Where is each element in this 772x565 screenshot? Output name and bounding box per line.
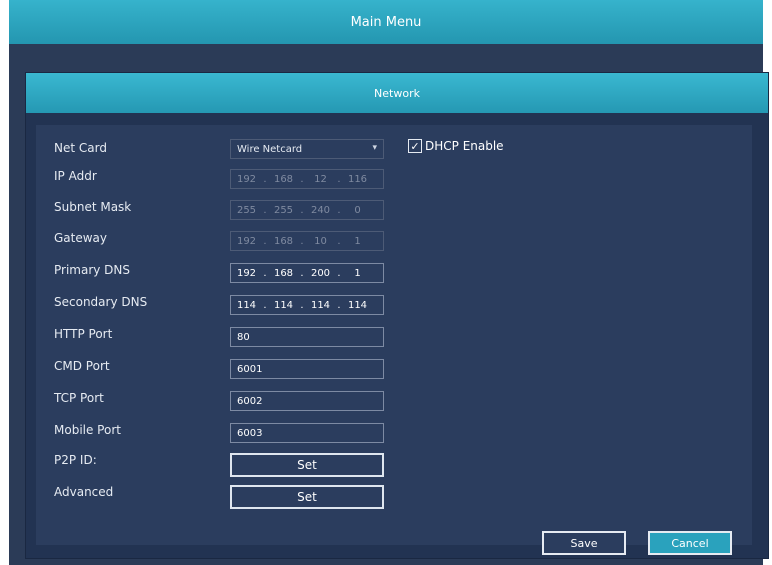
gateway-octet-4: 1 <box>354 235 361 247</box>
network-panel: Network Net Card Wire Netcard ▾ IP Addr … <box>25 72 769 559</box>
secondary-dns-row: Secondary DNS 114 . 114 . 114 . 114 <box>36 295 396 317</box>
dhcp-enable-checkbox[interactable]: ✓ <box>408 139 422 153</box>
cmd-port-field[interactable]: 6001 <box>230 359 384 379</box>
gateway-row: Gateway 192 . 168 . 10 . 1 <box>36 231 396 253</box>
primary-dns-octet-4: 1 <box>354 267 361 279</box>
ip-addr-row: IP Addr 192 . 168 . 12 . 116 <box>36 169 396 191</box>
http-port-row: HTTP Port 80 <box>36 327 396 349</box>
ip-addr-octet-4: 116 <box>347 173 368 185</box>
ip-addr-label: IP Addr <box>54 169 97 183</box>
net-card-value: Wire Netcard <box>237 144 303 155</box>
panel-header: Network <box>26 73 768 113</box>
network-settings-form: Net Card Wire Netcard ▾ IP Addr 192 . 16… <box>36 125 752 555</box>
secondary-dns-octet-3: 114 <box>310 299 331 311</box>
ip-addr-octet-2: 168 <box>273 173 294 185</box>
tcp-port-label: TCP Port <box>54 391 104 405</box>
http-port-field[interactable]: 80 <box>230 327 384 347</box>
tcp-port-row: TCP Port 6002 <box>36 391 396 413</box>
dhcp-enable-label: DHCP Enable <box>425 139 504 153</box>
mobile-port-label: Mobile Port <box>54 423 121 437</box>
subnet-mask-field[interactable]: 255 . 255 . 240 . 0 <box>230 200 384 220</box>
secondary-dns-field[interactable]: 114 . 114 . 114 . 114 <box>230 295 384 315</box>
subnet-mask-octet-2: 255 <box>273 204 294 216</box>
primary-dns-field[interactable]: 192 . 168 . 200 . 1 <box>230 263 384 283</box>
primary-dns-octet-3: 200 <box>310 267 331 279</box>
subnet-mask-octet-3: 240 <box>310 204 331 216</box>
gateway-label: Gateway <box>54 231 108 245</box>
p2p-id-label: P2P ID: <box>54 453 97 467</box>
save-button[interactable]: Save <box>542 531 626 555</box>
subnet-mask-label: Subnet Mask <box>54 200 132 214</box>
advanced-row: Advanced Set <box>36 485 396 511</box>
tcp-port-field[interactable]: 6002 <box>230 391 384 411</box>
chevron-down-icon: ▾ <box>372 143 377 153</box>
secondary-dns-octet-1: 114 <box>236 299 257 311</box>
checkmark-icon: ✓ <box>410 139 420 153</box>
http-port-label: HTTP Port <box>54 327 113 341</box>
secondary-dns-octet-2: 114 <box>273 299 294 311</box>
main-menu-window: Main Menu Network Net Card Wire Netcard … <box>9 0 769 565</box>
primary-dns-row: Primary DNS 192 . 168 . 200 . 1 <box>36 263 396 285</box>
gateway-octet-3: 10 <box>314 235 327 247</box>
mobile-port-field[interactable]: 6003 <box>230 423 384 443</box>
cmd-port-row: CMD Port 6001 <box>36 359 396 381</box>
window-title: Main Menu <box>350 14 422 30</box>
secondary-dns-octet-4: 114 <box>347 299 368 311</box>
dhcp-enable-toggle[interactable]: ✓ DHCP Enable <box>408 139 504 153</box>
ip-addr-octet-1: 192 <box>236 173 257 185</box>
mobile-port-row: Mobile Port 6003 <box>36 423 396 445</box>
gateway-octet-2: 168 <box>273 235 294 247</box>
window-title-bar: Main Menu <box>9 0 763 44</box>
cancel-button[interactable]: Cancel <box>648 531 732 555</box>
panel-title: Network <box>374 86 420 100</box>
subnet-mask-octet-1: 255 <box>236 204 257 216</box>
subnet-mask-row: Subnet Mask 255 . 255 . 240 . 0 <box>36 200 396 222</box>
net-card-select[interactable]: Wire Netcard ▾ <box>230 139 384 159</box>
advanced-label: Advanced <box>54 485 114 499</box>
ip-addr-field[interactable]: 192 . 168 . 12 . 116 <box>230 169 384 189</box>
secondary-dns-label: Secondary DNS <box>54 295 148 309</box>
p2p-id-set-button[interactable]: Set <box>230 453 384 477</box>
gateway-field[interactable]: 192 . 168 . 10 . 1 <box>230 231 384 251</box>
net-card-label: Net Card <box>54 141 107 155</box>
primary-dns-octet-1: 192 <box>236 267 257 279</box>
ip-addr-octet-3: 12 <box>314 173 327 185</box>
advanced-set-button[interactable]: Set <box>230 485 384 509</box>
cmd-port-label: CMD Port <box>54 359 110 373</box>
net-card-row: Net Card Wire Netcard ▾ <box>36 139 396 161</box>
primary-dns-octet-2: 168 <box>273 267 294 279</box>
p2p-id-row: P2P ID: Set <box>36 453 396 479</box>
primary-dns-label: Primary DNS <box>54 263 131 277</box>
subnet-mask-octet-4: 0 <box>354 204 361 216</box>
gateway-octet-1: 192 <box>236 235 257 247</box>
